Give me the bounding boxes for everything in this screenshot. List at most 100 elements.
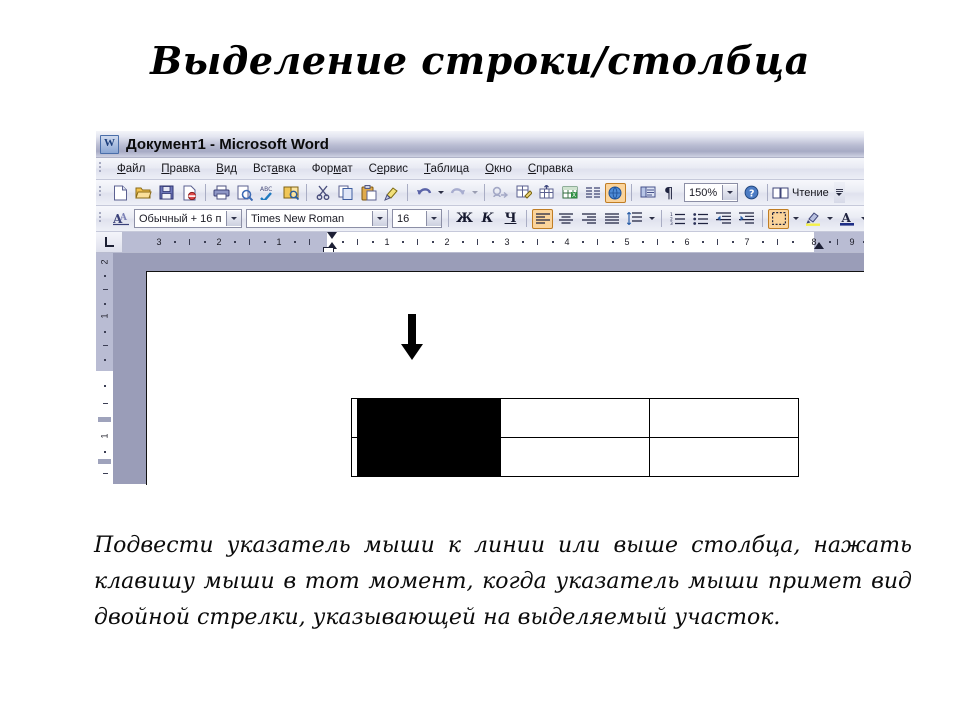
research-icon[interactable]: [280, 183, 301, 203]
menu-item-window[interactable]: Окно: [477, 161, 520, 177]
menu-item-file[interactable]: Файл: [109, 161, 153, 177]
align-right-icon[interactable]: [578, 209, 599, 229]
cut-scissors-icon[interactable]: [312, 183, 333, 203]
table-cell-r1c3[interactable]: [649, 398, 799, 438]
table-row[interactable]: [351, 437, 799, 477]
styles-and-formatting-icon[interactable]: AA: [110, 209, 131, 229]
vruler-margin-handle-2[interactable]: [98, 459, 111, 464]
font-dropdown-arrow-icon[interactable]: [372, 211, 387, 226]
svg-text:X: X: [572, 192, 576, 199]
print-icon[interactable]: [211, 183, 232, 203]
vertical-ruler[interactable]: 2 1 1: [96, 253, 113, 484]
document-map-icon[interactable]: [637, 183, 658, 203]
table-cell-r1c2[interactable]: [500, 398, 650, 438]
menu-item-edit[interactable]: Правка: [153, 161, 208, 177]
svg-text:ABC: ABC: [260, 186, 272, 193]
menu-item-view[interactable]: Вид: [208, 161, 245, 177]
underline-button[interactable]: Ч: [500, 209, 521, 229]
menu-item-service[interactable]: Сервис: [361, 161, 416, 177]
vruler-tick-1: 1: [99, 313, 110, 319]
document-page[interactable]: [146, 271, 864, 485]
document-area[interactable]: 2 1 1: [96, 253, 864, 485]
redo-icon[interactable]: [447, 183, 468, 203]
permission-icon[interactable]: [179, 183, 200, 203]
undo-dropdown-arrow-icon[interactable]: [435, 183, 446, 203]
toolbar-separator: [767, 184, 768, 201]
ruler-tick-1r: 1: [384, 237, 390, 247]
reading-button[interactable]: Чтение: [772, 186, 832, 199]
spelling-check-icon[interactable]: ABC: [257, 183, 278, 203]
table-cell-r1c1-selected[interactable]: [351, 398, 501, 438]
format-painter-icon[interactable]: [381, 183, 402, 203]
align-center-icon[interactable]: [555, 209, 576, 229]
toolbar-separator: [661, 210, 662, 227]
drawing-icon[interactable]: [605, 182, 626, 203]
font-color-icon[interactable]: A: [836, 209, 857, 229]
increase-indent-icon[interactable]: [736, 209, 757, 229]
justify-icon[interactable]: [601, 209, 622, 229]
horizontal-ruler-body[interactable]: 3 2 1 1 2 3 4 5 6 7 8 9: [123, 232, 864, 252]
zoom-dropdown-arrow-icon[interactable]: [722, 185, 737, 200]
body-line-3: двойной стрелки, указывающей на выделяем…: [94, 605, 781, 630]
formatting-toolbar-gripper[interactable]: [98, 211, 106, 226]
svg-text:¶: ¶: [664, 185, 674, 200]
print-preview-icon[interactable]: [234, 183, 255, 203]
borders-dropdown-arrow-icon[interactable]: [790, 209, 801, 229]
menubar-gripper[interactable]: [98, 161, 106, 176]
style-dropdown-arrow-icon[interactable]: [226, 211, 241, 226]
columns-icon[interactable]: [582, 183, 603, 203]
new-document-icon[interactable]: [110, 183, 131, 203]
left-tab-stop-icon[interactable]: [96, 232, 123, 252]
font-size-dropdown-arrow-icon[interactable]: [426, 211, 441, 226]
decrease-indent-icon[interactable]: [713, 209, 734, 229]
vruler-tick-1b: 1: [99, 433, 110, 439]
undo-icon[interactable]: [413, 183, 434, 203]
menu-item-insert[interactable]: Вставка: [245, 161, 304, 177]
table-cell-r2c2[interactable]: [500, 437, 650, 477]
font-color-dropdown-arrow-icon[interactable]: [858, 209, 864, 229]
page-title: Выделение строки/столбца: [150, 38, 810, 83]
redo-dropdown-arrow-icon[interactable]: [469, 183, 480, 203]
open-folder-icon[interactable]: [133, 183, 154, 203]
table-row[interactable]: [351, 398, 799, 438]
font-size-combo[interactable]: 16: [392, 209, 442, 228]
borders-icon[interactable]: [768, 208, 789, 229]
table-cell-r2c1-selected[interactable]: [351, 437, 501, 477]
left-indent-marker[interactable]: [323, 247, 334, 252]
first-line-indent-marker[interactable]: [327, 232, 337, 239]
bold-button[interactable]: Ж: [454, 209, 475, 229]
right-indent-marker[interactable]: [814, 242, 824, 249]
italic-button[interactable]: К: [477, 209, 498, 229]
copy-icon[interactable]: [335, 183, 356, 203]
zoom-combo[interactable]: 150%: [684, 183, 738, 202]
highlight-color-icon[interactable]: [802, 209, 823, 229]
standard-toolbar-gripper[interactable]: [98, 185, 106, 200]
save-icon[interactable]: [156, 183, 177, 203]
insert-excel-spreadsheet-icon[interactable]: X: [559, 183, 580, 203]
align-left-icon[interactable]: [532, 208, 553, 229]
line-spacing-icon[interactable]: [624, 209, 645, 229]
show-formatting-marks-icon[interactable]: ¶: [660, 183, 681, 203]
bulleted-list-icon[interactable]: [690, 209, 711, 229]
line-spacing-dropdown-arrow-icon[interactable]: [646, 209, 657, 229]
tables-and-borders-icon[interactable]: [513, 183, 534, 203]
vruler-margin-handle[interactable]: [98, 417, 111, 422]
toolbar-separator: [205, 184, 206, 201]
insert-table-icon[interactable]: [536, 183, 557, 203]
toolbar-separator: [306, 184, 307, 201]
highlight-dropdown-arrow-icon[interactable]: [824, 209, 835, 229]
font-combo[interactable]: Times New Roman: [246, 209, 388, 228]
standard-toolbar-overflow-button[interactable]: [833, 182, 845, 203]
numbered-list-icon[interactable]: 123: [667, 209, 688, 229]
paste-icon[interactable]: [358, 183, 379, 203]
menu-item-help[interactable]: Справка: [520, 161, 581, 177]
insert-hyperlink-icon[interactable]: [490, 183, 511, 203]
help-icon[interactable]: ?: [741, 183, 762, 203]
horizontal-ruler[interactable]: 3 2 1 1 2 3 4 5 6 7 8 9: [96, 232, 864, 253]
window-titlebar: Документ1 - Microsoft Word: [96, 131, 864, 158]
style-combo[interactable]: Обычный + 16 п: [134, 209, 242, 228]
menu-item-table[interactable]: Таблица: [416, 161, 477, 177]
word-table[interactable]: [351, 398, 799, 477]
menu-item-format[interactable]: Формат: [304, 161, 361, 177]
table-cell-r2c3[interactable]: [649, 437, 799, 477]
